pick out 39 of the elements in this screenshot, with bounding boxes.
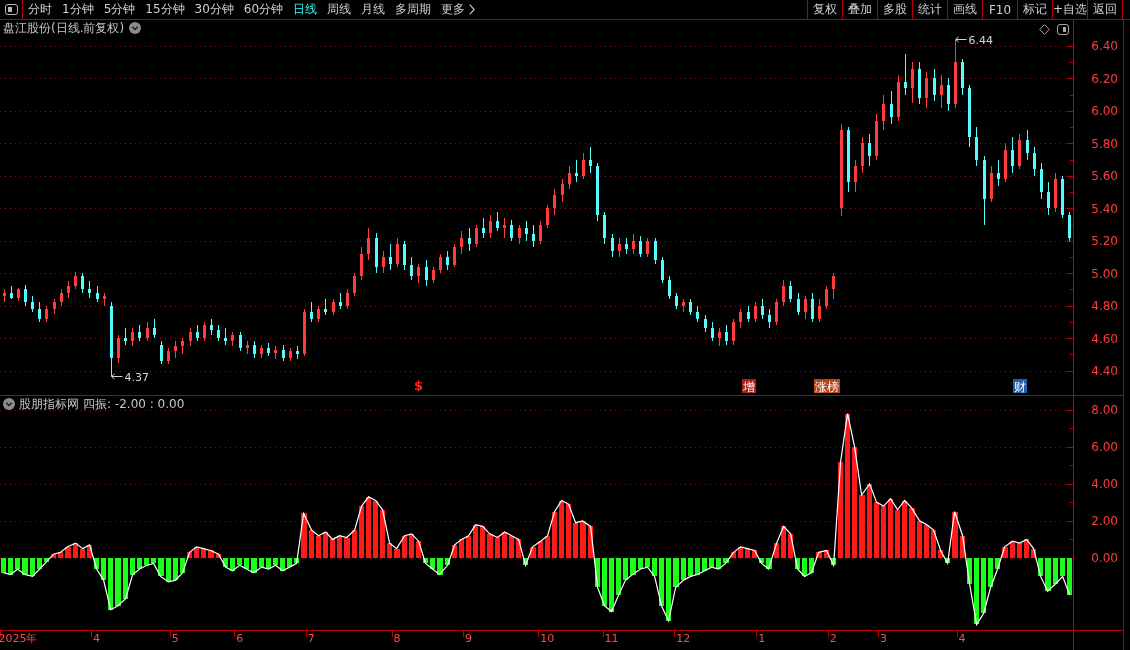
low-price-label: 4.37 <box>124 370 149 384</box>
indicator-axis-label: 8.00 <box>1091 403 1118 418</box>
price-axis-label: 5.40 <box>1091 201 1118 216</box>
date-axis-label: 3 <box>879 632 887 645</box>
date-axis-label: 5 <box>171 632 179 645</box>
price-axis-label: 5.60 <box>1091 169 1118 184</box>
date-axis-label: 10 <box>540 632 555 645</box>
event-tag: 财 <box>1013 379 1027 394</box>
indicator-axis-label: 0.00 <box>1091 551 1118 566</box>
chart-title: 盘江股份(日线.前复权) <box>3 21 125 35</box>
price-axis-label: 5.20 <box>1091 234 1118 249</box>
date-axis-label: 6 <box>236 632 244 645</box>
price-axis-label: 6.40 <box>1091 39 1118 54</box>
date-axis-label: 4 <box>93 632 101 645</box>
date-axis-label: 8 <box>393 632 401 645</box>
date-axis-label: 2 <box>829 632 837 645</box>
indicator-axis-label: 6.00 <box>1091 440 1118 455</box>
indicator-axis-label: 4.00 <box>1091 477 1118 492</box>
price-axis-label: 6.20 <box>1091 71 1118 86</box>
price-axis-label: 5.80 <box>1091 136 1118 151</box>
high-price-label: 6.44 <box>968 33 993 47</box>
date-axis-label: 4 <box>958 632 966 645</box>
date-axis-label: 12 <box>676 632 691 645</box>
date-axis-label: 1 <box>758 632 766 645</box>
price-axis-label: 4.40 <box>1091 364 1118 379</box>
date-axis-label: 7 <box>307 632 315 645</box>
date-axis-label: 2025年 <box>0 632 38 645</box>
date-axis-label: 11 <box>604 632 619 645</box>
date-axis-label: 9 <box>465 632 473 645</box>
event-symbol: $ <box>414 378 423 393</box>
price-axis-label: 6.00 <box>1091 104 1118 119</box>
price-axis-label: 4.80 <box>1091 299 1118 314</box>
event-tag: 涨榜 <box>814 379 840 394</box>
price-axis-label: 5.00 <box>1091 266 1118 281</box>
event-tag: 增 <box>742 379 756 394</box>
indicator-readout: 四振: -2.00 : 0.00 <box>83 397 185 411</box>
indicator-name: 股朋指标网 <box>19 397 79 411</box>
indicator-axis-label: 2.00 <box>1091 514 1118 529</box>
price-axis-label: 4.60 <box>1091 331 1118 346</box>
